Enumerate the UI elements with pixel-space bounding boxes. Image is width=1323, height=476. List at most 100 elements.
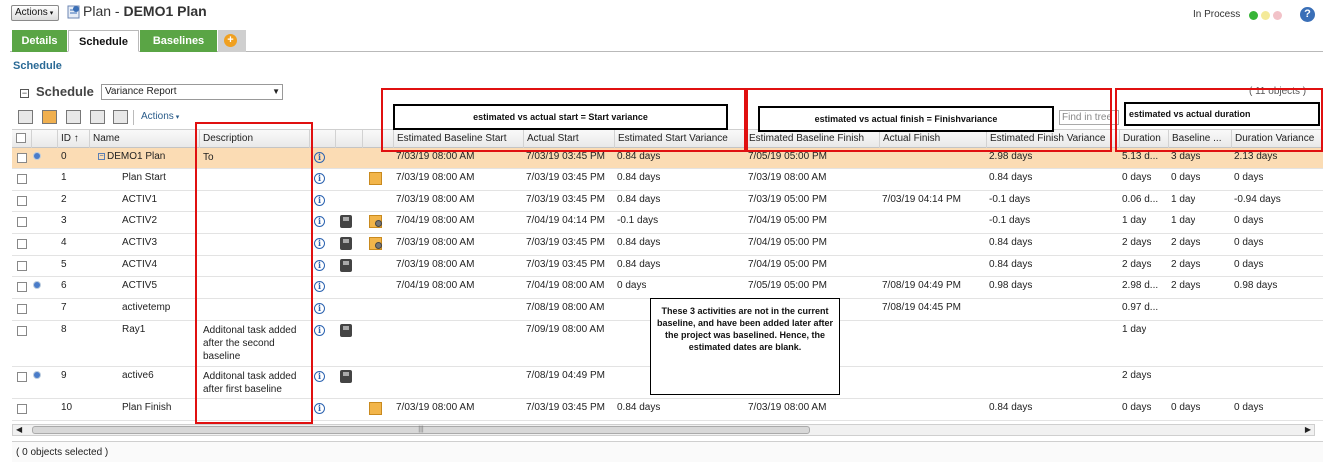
resource-icon[interactable] (340, 215, 352, 228)
scroll-left-icon[interactable]: ◀ (16, 425, 22, 434)
cell-duration: 2 days (1122, 370, 1152, 381)
cell-duration: 1 day (1122, 215, 1147, 226)
row-checkbox[interactable] (17, 282, 27, 292)
cell-name[interactable]: Plan Finish (122, 402, 171, 413)
info-icon[interactable]: i (314, 260, 325, 271)
add-tab-button[interactable]: + (218, 30, 246, 52)
cell-est-finish-variance: 2.98 days (989, 151, 1033, 162)
resource-icon[interactable] (340, 370, 352, 383)
scrollbar-thumb[interactable]: ||| (32, 426, 810, 434)
col-info[interactable] (310, 130, 336, 148)
gear-icon (375, 242, 382, 249)
gantt-icon[interactable] (18, 110, 33, 124)
col-resource[interactable] (336, 130, 363, 148)
scroll-right-icon[interactable]: ▶ (1305, 425, 1311, 434)
select-all-header[interactable] (12, 130, 32, 148)
col-id[interactable]: ID ↑ (58, 130, 90, 148)
row-checkbox[interactable] (17, 153, 27, 163)
cell-est-baseline-finish: 7/03/19 05:00 PM (748, 194, 827, 205)
cell-actual-start: 7/03/19 03:45 PM (526, 259, 605, 270)
save-icon[interactable] (90, 110, 105, 124)
cell-duration: 0.97 d... (1122, 302, 1159, 313)
help-icon[interactable]: ? (1300, 7, 1315, 22)
toolbar-actions-menu[interactable]: Actions ▾ (141, 111, 179, 122)
info-icon[interactable]: i (314, 371, 325, 382)
info-icon[interactable]: i (314, 173, 325, 184)
cell-name[interactable]: ACTIV1 (122, 194, 157, 205)
cell-baseline-duration: 2 days (1171, 280, 1201, 291)
info-icon[interactable]: i (314, 303, 325, 314)
cell-est-baseline-start: 7/03/19 08:00 AM (396, 237, 475, 248)
row-checkbox[interactable] (17, 404, 27, 414)
cell-name[interactable]: Plan Start (122, 172, 166, 183)
cell-id: 4 (61, 237, 67, 248)
cell-est-start-variance: -0.1 days (617, 215, 659, 226)
cell-est-start-variance: 0.84 days (617, 237, 661, 248)
cell-name[interactable]: activetemp (122, 302, 170, 313)
cell-duration-variance: 0 days (1234, 402, 1264, 413)
cell-name[interactable]: − DEMO1 Plan (98, 151, 165, 162)
cell-est-start-variance: 0.84 days (617, 194, 661, 205)
cell-duration-variance: 0.98 days (1234, 280, 1278, 291)
cell-actual-start: 7/03/19 03:45 PM (526, 237, 605, 248)
row-checkbox[interactable] (17, 304, 27, 314)
row-checkbox[interactable] (17, 372, 27, 382)
title-prefix: Plan - (83, 3, 124, 19)
cell-est-baseline-finish: 7/05/19 05:00 PM (748, 280, 827, 291)
status-label: In Process (1193, 9, 1241, 20)
task-name: Plan Finish (122, 402, 172, 413)
row-checkbox[interactable] (17, 239, 27, 249)
cell-id: 0 (61, 151, 67, 162)
resource-icon[interactable] (340, 259, 352, 272)
indicator-icon (34, 372, 40, 378)
caret-down-icon: ▾ (47, 10, 54, 17)
info-icon[interactable]: i (314, 195, 325, 206)
cell-baseline-duration: 0 days (1171, 172, 1201, 183)
tab-schedule[interactable]: Schedule (68, 30, 139, 52)
resource-icon[interactable] (340, 324, 352, 337)
indent-icon[interactable] (113, 110, 128, 124)
view-select[interactable]: Variance Report ▼ (101, 84, 283, 100)
tab-details[interactable]: Details (12, 30, 67, 52)
cell-name[interactable]: ACTIV5 (122, 280, 157, 291)
select-all-checkbox[interactable] (16, 133, 26, 143)
cell-baseline-duration: 1 day (1171, 194, 1196, 205)
cell-est-baseline-start: 7/03/19 08:00 AM (396, 151, 475, 162)
cell-actual-start: 7/04/19 04:14 PM (526, 215, 605, 226)
row-checkbox[interactable] (17, 326, 27, 336)
col-name[interactable]: Name (90, 130, 200, 148)
breadcrumb[interactable]: Schedule (13, 60, 62, 72)
cell-name[interactable]: ACTIV2 (122, 215, 157, 226)
horizontal-scrollbar[interactable]: ◀ ||| ▶ (12, 424, 1315, 436)
info-icon[interactable]: i (314, 238, 325, 249)
info-icon[interactable]: i (314, 281, 325, 292)
cell-name[interactable]: ACTIV4 (122, 259, 157, 270)
sort-up-icon: ↑ (73, 133, 79, 144)
cell-name[interactable]: Ray1 (122, 324, 145, 335)
resource-icon[interactable] (340, 237, 352, 250)
cell-name[interactable]: active6 (122, 370, 154, 381)
row-checkbox[interactable] (17, 261, 27, 271)
col-indicator (32, 130, 58, 148)
task-name: ACTIV5 (122, 280, 158, 291)
actions-menu-button[interactable]: Actions ▾ (11, 5, 59, 21)
info-icon[interactable]: i (314, 152, 325, 163)
tab-baselines[interactable]: Baselines (140, 30, 217, 52)
new-task-icon[interactable] (42, 110, 57, 124)
cell-actual-start: 7/03/19 03:45 PM (526, 194, 605, 205)
description-highlight (195, 122, 313, 424)
row-checkbox[interactable] (17, 196, 27, 206)
cell-name[interactable]: ACTIV3 (122, 237, 157, 248)
info-icon[interactable]: i (314, 216, 325, 227)
copy-icon[interactable] (66, 110, 81, 124)
cell-duration-variance: 2.13 days (1234, 151, 1278, 162)
row-checkbox[interactable] (17, 217, 27, 227)
info-icon[interactable]: i (314, 403, 325, 414)
cell-actual-start: 7/03/19 03:45 PM (526, 172, 605, 183)
collapse-icon[interactable]: − (20, 89, 29, 98)
info-icon[interactable]: i (314, 325, 325, 336)
row-checkbox[interactable] (17, 174, 27, 184)
cell-duration-variance: 0 days (1234, 215, 1264, 226)
tree-collapse-icon[interactable]: − (98, 152, 105, 160)
cell-actual-start: 7/08/19 08:00 AM (526, 302, 605, 313)
